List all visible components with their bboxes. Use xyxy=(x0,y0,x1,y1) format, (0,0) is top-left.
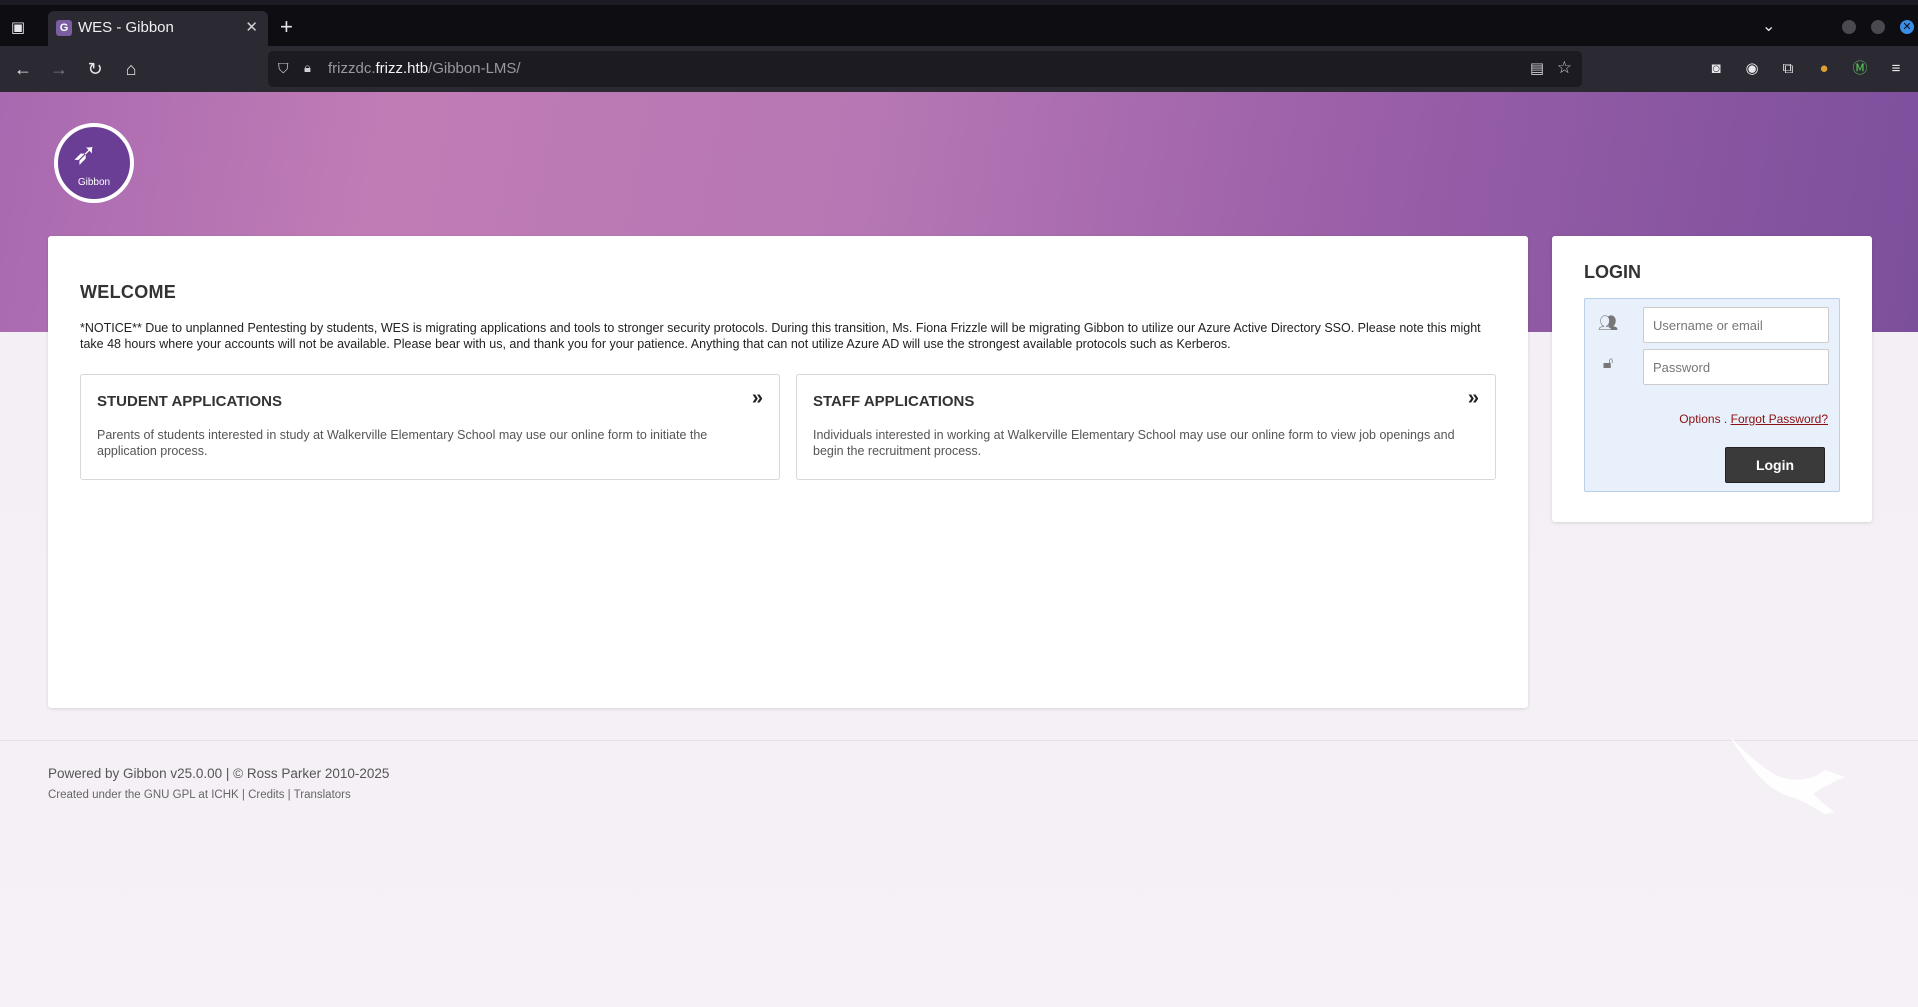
extension-orange-icon[interactable]: ● xyxy=(1813,58,1835,80)
options-separator: . xyxy=(1723,412,1728,426)
options-line: Options . Forgot Password? xyxy=(1679,412,1828,426)
double-chevron-right-icon[interactable]: » xyxy=(1468,387,1479,410)
gibbon-logo[interactable]: ➶ Gibbon xyxy=(54,123,134,203)
gibbon-bird-icon: ➶ xyxy=(72,138,98,171)
tab-title: WES - Gibbon xyxy=(78,19,174,36)
password-input[interactable] xyxy=(1643,349,1829,385)
tab-bar-top-strip xyxy=(0,0,1918,5)
reader-view-icon[interactable]: ▤ xyxy=(1530,59,1544,77)
footer-divider xyxy=(0,740,1918,741)
new-tab-icon[interactable]: + xyxy=(280,16,293,38)
notice-text: *NOTICE** Due to unplanned Pentesting by… xyxy=(80,321,1481,351)
welcome-card: WELCOME *NOTICE** Due to unplanned Pente… xyxy=(48,236,1528,708)
gibbon-watermark-icon xyxy=(1730,737,1845,814)
reload-icon[interactable]: ↻ xyxy=(84,58,106,80)
logo-text: Gibbon xyxy=(77,177,111,188)
login-title: LOGIN xyxy=(1584,262,1641,282)
student-applications-description: Parents of students interested in study … xyxy=(97,428,708,458)
login-card: LOGIN 👥︎ 🔓︎ Options . Forgot Password? L… xyxy=(1552,236,1872,522)
username-input[interactable] xyxy=(1643,307,1829,343)
footer-credits: Created under the GNU GPL at ICHK | Cred… xyxy=(48,789,351,801)
close-window-icon[interactable]: ✕ xyxy=(1900,20,1914,34)
welcome-title: WELCOME xyxy=(80,282,177,302)
home-icon[interactable]: ⌂ xyxy=(120,58,142,80)
browser-tab-bar: ▣ G WES - Gibbon ✕ + ⌄ ✕ xyxy=(0,0,1918,46)
bookmark-star-icon[interactable]: ☆ xyxy=(1557,58,1572,78)
staff-applications-title[interactable]: STAFF APPLICATIONS xyxy=(813,393,974,410)
lock-icon[interactable]: 🔒︎ xyxy=(304,60,311,76)
staff-applications-description: Individuals interested in working at Wal… xyxy=(813,428,1455,458)
maximize-window-icon[interactable] xyxy=(1871,20,1885,34)
address-bar[interactable]: ⛉ 🔒︎ frizzdc.frizz.htb/Gibbon-LMS/ ▤ ☆ xyxy=(268,51,1582,87)
shield-icon[interactable]: ⛉ xyxy=(278,60,289,77)
arrow-left-icon[interactable]: ← xyxy=(12,58,34,80)
forgot-password-link[interactable]: Forgot Password? xyxy=(1731,412,1828,426)
pocket-icon[interactable]: ◙ xyxy=(1705,58,1727,80)
options-link[interactable]: Options xyxy=(1679,412,1720,426)
menu-icon[interactable]: ≡ xyxy=(1885,58,1907,80)
browser-tab[interactable]: G WES - Gibbon ✕ xyxy=(48,11,268,46)
student-applications-box[interactable]: STUDENT APPLICATIONS » Parents of studen… xyxy=(80,374,780,480)
extensions-icon[interactable]: ⧉ xyxy=(1777,58,1799,80)
users-icon: 👥︎ xyxy=(1597,315,1619,332)
footer-powered-by: Powered by Gibbon v25.0.00 | © Ross Park… xyxy=(48,766,390,781)
chevron-down-icon[interactable]: ⌄ xyxy=(1762,16,1775,36)
login-button[interactable]: Login xyxy=(1725,447,1825,483)
tab-close-icon[interactable]: ✕ xyxy=(245,18,258,36)
minimize-window-icon[interactable] xyxy=(1842,20,1856,34)
page-body: ➶ Gibbon WELCOME *NOTICE** Due to unplan… xyxy=(0,92,1918,1007)
browser-nav-bar: ← → ↻ ⌂ ⛉ 🔒︎ frizzdc.frizz.htb/Gibbon-LM… xyxy=(0,46,1918,92)
double-chevron-right-icon[interactable]: » xyxy=(752,387,763,410)
url-text[interactable]: frizzdc.frizz.htb/Gibbon-LMS/ xyxy=(328,60,521,77)
account-icon[interactable]: ◉ xyxy=(1741,58,1763,80)
tab-list-icon[interactable]: ▣ xyxy=(8,18,28,38)
staff-applications-box[interactable]: STAFF APPLICATIONS » Individuals interes… xyxy=(796,374,1496,480)
gibbon-favicon-icon: G xyxy=(56,20,72,36)
login-form: 👥︎ 🔓︎ Options . Forgot Password? Login xyxy=(1584,298,1840,492)
student-applications-title[interactable]: STUDENT APPLICATIONS xyxy=(97,393,282,410)
lock-icon: 🔓︎ xyxy=(1602,355,1614,372)
arrow-right-icon[interactable]: → xyxy=(48,58,70,80)
extension-green-icon[interactable]: Ⓜ xyxy=(1849,58,1871,80)
